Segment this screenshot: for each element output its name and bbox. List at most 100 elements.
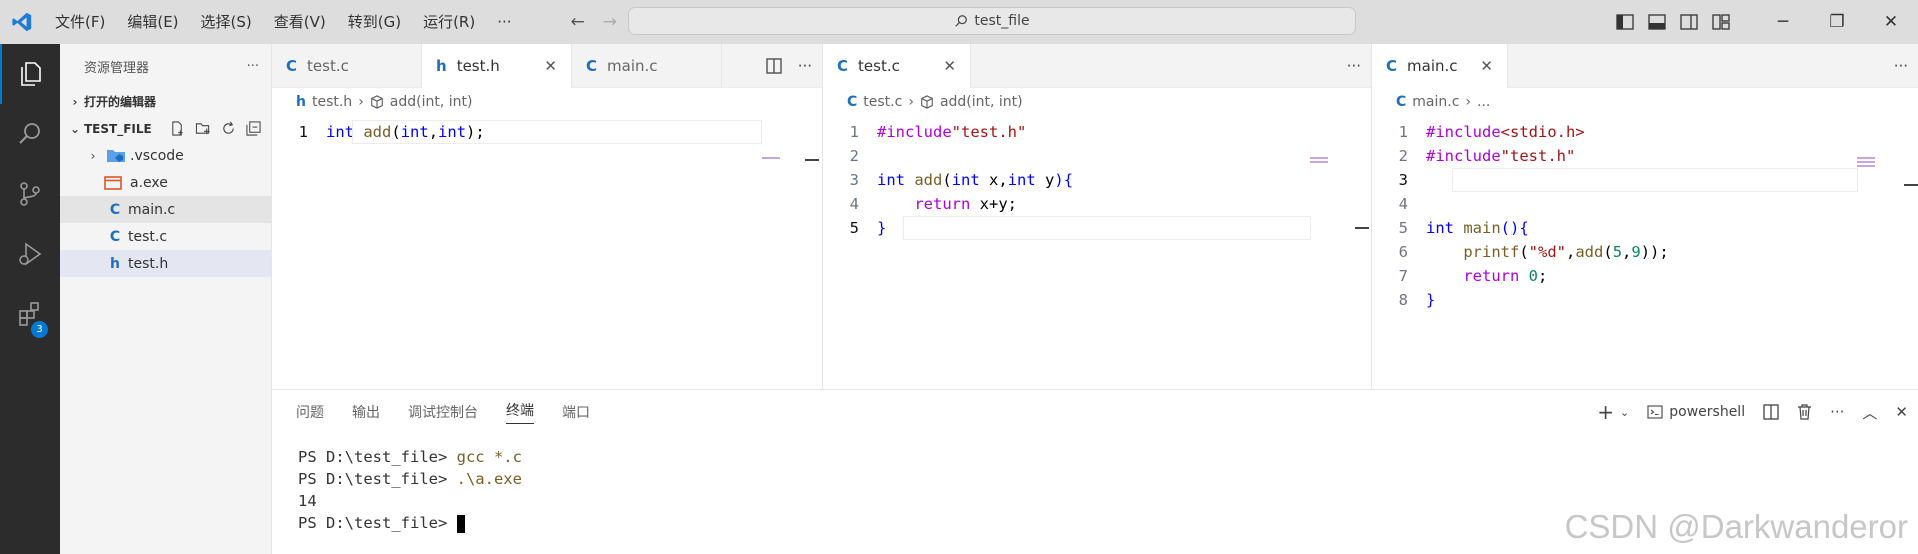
tab-main-c[interactable]: C main.c xyxy=(572,44,722,88)
menu-edit[interactable]: 编辑(E) xyxy=(116,0,189,44)
run-debug-icon[interactable] xyxy=(0,224,60,284)
breadcrumb-file[interactable]: test.h xyxy=(312,94,352,110)
tab-output[interactable]: 输出 xyxy=(352,402,380,422)
forward-arrow-icon[interactable]: → xyxy=(603,12,617,32)
code-editor[interactable]: 1 #include"test.h" 2 3 int add(int x,int y… xyxy=(823,120,1371,240)
menu-selection[interactable]: 选择(S) xyxy=(190,0,263,44)
maximize-panel-icon[interactable]: ︿ xyxy=(1862,402,1877,423)
close-window-icon[interactable]: ✕ xyxy=(1864,0,1918,44)
tab-terminal[interactable]: 终端 xyxy=(506,400,534,424)
extensions-badge: 3 xyxy=(31,321,48,338)
breadcrumb-file[interactable]: main.c xyxy=(1412,94,1459,110)
tab-problems[interactable]: 问题 xyxy=(296,402,324,422)
tree-item-a-exe[interactable]: a.exe xyxy=(60,169,271,196)
tab-debug-console[interactable]: 调试控制台 xyxy=(408,402,478,422)
breadcrumb-symbol[interactable]: add(int, int) xyxy=(940,94,1023,110)
h-file-icon: h xyxy=(296,94,306,110)
code-editor[interactable]: 1 #include<stdio.h> 2 #include"test.h" 3 4… xyxy=(1372,120,1918,312)
editor-more-button[interactable]: ··· xyxy=(798,57,812,75)
h-file-icon: h xyxy=(436,57,447,75)
menu-more[interactable]: ··· xyxy=(486,0,522,44)
c-file-icon: C xyxy=(109,228,121,245)
trash-icon[interactable] xyxy=(1797,404,1812,420)
code-line: 3 xyxy=(1372,168,1918,192)
extensions-icon[interactable]: 3 xyxy=(0,284,60,344)
panel-more-button[interactable]: ··· xyxy=(1830,403,1844,421)
source-control-icon[interactable] xyxy=(0,164,60,224)
refresh-icon[interactable] xyxy=(221,121,236,136)
tab-test-c[interactable]: C test.c ✕ xyxy=(823,44,971,88)
collapse-all-icon[interactable] xyxy=(246,121,261,136)
tree-item-vscode[interactable]: › .vscode xyxy=(60,142,271,169)
title-bar: 文件(F) 编辑(E) 选择(S) 查看(V) 转到(G) 运行(R) ··· … xyxy=(0,0,1918,44)
search-text: test_file xyxy=(974,13,1030,29)
scrollbar-marker[interactable] xyxy=(1355,227,1369,229)
c-file-icon: C xyxy=(847,94,858,110)
minimap[interactable] xyxy=(1857,157,1875,169)
customize-layout-icon[interactable] xyxy=(1712,14,1730,30)
minimap[interactable] xyxy=(1310,157,1328,165)
folder-section[interactable]: ⌄ TEST_FILE xyxy=(60,115,271,142)
code-line: 5} xyxy=(823,216,1371,240)
terminal-line: 14 xyxy=(298,492,317,510)
toggle-secondary-sidebar-icon[interactable] xyxy=(1680,14,1698,30)
code-line: 4 return x+y; xyxy=(849,195,1017,213)
editor-more-button[interactable]: ··· xyxy=(1894,57,1908,75)
code-line: 1 int add(int,int); xyxy=(272,120,822,144)
new-folder-icon[interactable] xyxy=(195,121,211,136)
chevron-right-icon: › xyxy=(358,94,364,110)
tree-item-test-c[interactable]: C test.c xyxy=(60,223,271,250)
tab-test-c[interactable]: C test.c xyxy=(272,44,422,88)
tab-ports[interactable]: 端口 xyxy=(562,402,590,422)
menu-go[interactable]: 转到(G) xyxy=(337,0,412,44)
scrollbar-marker[interactable] xyxy=(1904,184,1918,186)
chevron-right-icon: › xyxy=(908,94,914,110)
split-terminal-icon[interactable] xyxy=(1763,404,1779,420)
toggle-primary-sidebar-icon[interactable] xyxy=(1616,14,1634,30)
explorer-icon[interactable] xyxy=(0,44,60,104)
breadcrumb-symbol[interactable]: add(int, int) xyxy=(390,94,473,110)
code-line: 1 #include"test.h" xyxy=(849,123,1027,141)
split-editor-icon[interactable] xyxy=(766,58,782,74)
tab-test-h[interactable]: h test.h ✕ xyxy=(422,44,572,88)
close-tab-icon[interactable]: ✕ xyxy=(1464,57,1493,75)
code-editor[interactable]: 1 int add(int,int); xyxy=(272,120,822,144)
command-center-search[interactable]: test_file xyxy=(628,7,1356,35)
breadcrumb: h test.h › add(int, int) xyxy=(272,88,822,116)
code-line: 6 printf("%d",add(5,9)); xyxy=(1398,243,1669,261)
breadcrumb-symbol[interactable]: ... xyxy=(1477,94,1490,110)
tab-label: test.c xyxy=(307,57,349,75)
close-panel-icon[interactable]: ✕ xyxy=(1895,403,1908,421)
new-file-icon[interactable] xyxy=(170,121,185,136)
chevron-down-icon[interactable]: ⌄ xyxy=(1620,406,1629,419)
scrollbar-marker[interactable] xyxy=(805,159,819,161)
open-editors-section[interactable]: › 打开的编辑器 xyxy=(60,88,271,115)
terminal-output[interactable]: PS D:\test_file> gcc *.c PS D:\test_file… xyxy=(298,446,522,534)
tree-item-test-h[interactable]: h test.h xyxy=(60,250,271,277)
toggle-panel-icon[interactable] xyxy=(1648,14,1666,30)
terminal-line: PS D:\test_file> .\a.exe xyxy=(298,470,522,488)
c-file-icon: C xyxy=(1396,94,1407,110)
menu-file[interactable]: 文件(F) xyxy=(44,0,116,44)
search-view-icon[interactable] xyxy=(0,104,60,164)
minimap[interactable] xyxy=(762,157,780,161)
sidebar-more-button[interactable]: ··· xyxy=(247,59,259,74)
close-tab-icon[interactable]: ✕ xyxy=(528,57,557,75)
tree-item-main-c[interactable]: C main.c xyxy=(60,196,271,223)
tree-item-label: test.h xyxy=(128,255,169,272)
symbol-cube-icon xyxy=(371,95,383,109)
new-terminal-plus-icon[interactable]: + xyxy=(1597,400,1614,424)
watermark: CSDN @Darkwanderor xyxy=(1564,508,1908,545)
editor-more-button[interactable]: ··· xyxy=(1347,57,1361,75)
close-tab-icon[interactable]: ✕ xyxy=(927,57,956,75)
shell-name[interactable]: powershell xyxy=(1669,404,1745,420)
restore-icon[interactable]: ❐ xyxy=(1810,0,1864,44)
minimize-icon[interactable]: ─ xyxy=(1756,0,1810,44)
editor-group-1: C test.c h test.h ✕ C main.c ··· h test.… xyxy=(272,44,822,389)
menu-view[interactable]: 查看(V) xyxy=(263,0,337,44)
search-icon xyxy=(955,15,968,27)
back-arrow-icon[interactable]: ← xyxy=(571,12,585,32)
tab-main-c[interactable]: C main.c ✕ xyxy=(1372,44,1508,88)
menu-run[interactable]: 运行(R) xyxy=(412,0,486,44)
breadcrumb-file[interactable]: test.c xyxy=(863,94,902,110)
